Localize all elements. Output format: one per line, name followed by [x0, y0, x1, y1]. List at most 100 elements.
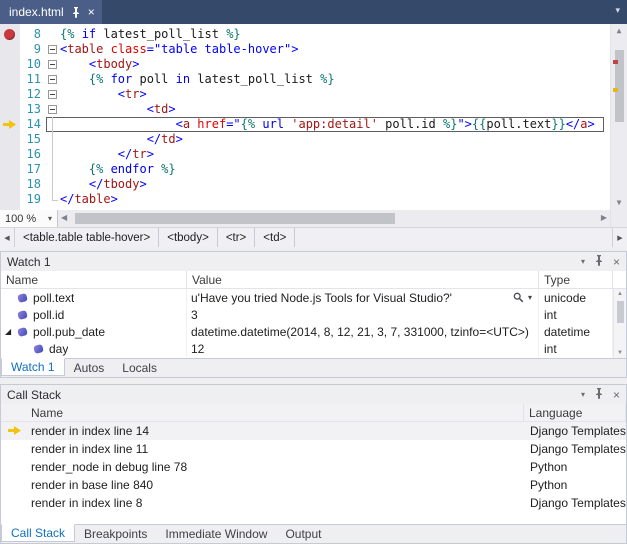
code-line[interactable]: 11{% for poll in latest_poll_list %} — [0, 72, 610, 87]
breakpoint-margin[interactable] — [0, 147, 20, 162]
code-line[interactable]: 19</table> — [0, 192, 610, 207]
watch-title-bar[interactable]: Watch 1 ▾ × — [1, 252, 626, 271]
tab-breakpoints[interactable]: Breakpoints — [75, 525, 156, 543]
code-token: < — [176, 117, 183, 131]
breakpoint-margin[interactable] — [0, 177, 20, 192]
callstack-row[interactable]: render in index line 11Django Templates — [1, 440, 626, 458]
tab-autos[interactable]: Autos — [65, 359, 114, 377]
scroll-up-icon[interactable]: ▲ — [617, 27, 622, 35]
watch-row[interactable]: ◢poll.pub_datedatetime.datetime(2014, 8,… — [1, 323, 626, 340]
breakpoint-margin[interactable] — [0, 27, 20, 42]
scroll-down-icon[interactable]: ▼ — [617, 199, 622, 207]
breadcrumb-segment[interactable]: <td> — [255, 228, 295, 247]
value-visualizer-caret-icon[interactable]: ▾ — [528, 293, 532, 302]
expander-expanded-icon[interactable]: ◢ — [5, 328, 16, 336]
callstack-row[interactable]: render in index line 14Django Templates — [1, 422, 626, 440]
breakpoint-margin[interactable] — [0, 117, 20, 132]
editor-horizontal-scrollbar[interactable]: ◀ ▶ — [58, 210, 610, 227]
tab-call-stack[interactable]: Call Stack — [1, 524, 75, 542]
code-line[interactable]: 12<tr> — [0, 87, 610, 102]
breakpoint-margin[interactable] — [0, 132, 20, 147]
window-position-icon[interactable]: ▾ — [581, 257, 585, 266]
horizontal-scroll-thumb[interactable] — [75, 213, 395, 224]
frame-language-cell: Django Templates — [524, 422, 626, 440]
call-stack-title-bar[interactable]: Call Stack ▾ × — [1, 385, 626, 404]
fold-collapse-icon[interactable] — [48, 60, 57, 69]
breakpoint-margin[interactable] — [0, 57, 20, 72]
breadcrumb-segment[interactable]: <table.table table-hover> — [15, 228, 159, 247]
tab-locals[interactable]: Locals — [113, 359, 166, 377]
watch-row[interactable]: day12int — [1, 340, 626, 357]
tab-watch-1[interactable]: Watch 1 — [1, 358, 65, 376]
code-line[interactable]: 17{% endfor %} — [0, 162, 610, 177]
pin-icon[interactable] — [594, 388, 604, 402]
code-line[interactable]: 18</tbody> — [0, 177, 610, 192]
frame-language-cell: Python — [524, 458, 626, 476]
breadcrumb-segment[interactable]: <tbody> — [159, 228, 218, 247]
watch-panel: Watch 1 ▾ × NameValueType poll.textu'Hav… — [0, 251, 627, 378]
pin-icon[interactable] — [71, 7, 81, 18]
breakpoint-margin[interactable] — [0, 42, 20, 57]
editor-vertical-scrollbar[interactable]: ▲ ▼ — [610, 24, 627, 210]
callstack-column-header[interactable]: Language — [524, 404, 626, 421]
fold-collapse-icon[interactable] — [48, 75, 57, 84]
callstack-column-header[interactable]: Name — [1, 404, 524, 421]
callstack-row[interactable]: render_node in debug line 78Python — [1, 458, 626, 476]
watch-row[interactable]: poll.textu'Have you tried Node.js Tools … — [1, 289, 626, 306]
magnifier-icon[interactable] — [513, 292, 524, 303]
window-position-icon[interactable]: ▾ — [581, 390, 585, 399]
watch-row[interactable]: poll.id3int — [1, 306, 626, 323]
zoom-selector[interactable]: 100 % ▾ — [0, 210, 58, 227]
scroll-down-icon[interactable]: ▼ — [617, 350, 623, 356]
code-text: <tbody> — [60, 57, 139, 72]
callstack-row[interactable]: render in base line 840Python — [1, 476, 626, 494]
fold-collapse-icon[interactable] — [48, 45, 57, 54]
tab-output[interactable]: Output — [276, 525, 330, 543]
variable-icon — [17, 326, 28, 336]
breadcrumb-segment[interactable]: <tr> — [218, 228, 255, 247]
code-token: </ — [566, 117, 580, 131]
fold-collapse-icon[interactable] — [48, 105, 57, 114]
breakpoint-margin[interactable] — [0, 102, 20, 117]
code-text: {% if latest_poll_list %} — [60, 27, 241, 42]
code-line[interactable]: 15</td> — [0, 132, 610, 147]
code-line[interactable]: 13<td> — [0, 102, 610, 117]
breakpoint-margin[interactable] — [0, 72, 20, 87]
scroll-up-icon[interactable]: ▲ — [617, 291, 623, 297]
code-line[interactable]: 8{% if latest_poll_list %} — [0, 27, 610, 42]
fold-collapse-icon[interactable] — [48, 90, 57, 99]
code-line[interactable]: 16</tr> — [0, 147, 610, 162]
close-icon[interactable]: × — [613, 388, 620, 402]
fold-margin — [46, 72, 60, 87]
scroll-right-icon[interactable]: ▶ — [601, 214, 607, 222]
code-editor[interactable]: 8{% if latest_poll_list %}9<table class=… — [0, 24, 627, 210]
breadcrumb-right-icon[interactable]: ▶ — [612, 228, 627, 247]
callstack-row[interactable]: render in index line 8Django Templates — [1, 494, 626, 512]
watch-scroll-thumb[interactable] — [617, 301, 624, 323]
breakpoint-margin[interactable] — [0, 162, 20, 177]
code-line[interactable]: 10<tbody> — [0, 57, 610, 72]
breakpoint-icon[interactable] — [4, 29, 15, 40]
line-number: 9 — [20, 42, 46, 57]
pin-icon[interactable] — [594, 255, 604, 269]
editor-bottom-bar: 100 % ▾ ◀ ▶ — [0, 210, 627, 227]
watch-column-header[interactable]: Name — [1, 271, 187, 288]
watch-column-header[interactable]: Type — [539, 271, 613, 288]
document-tab-index-html[interactable]: index.html × — [0, 0, 102, 24]
code-token: > — [139, 87, 146, 101]
watch-scrollbar[interactable]: ▲ ▼ — [613, 289, 626, 358]
close-icon[interactable]: × — [88, 6, 95, 18]
code-token: </ — [89, 177, 103, 191]
watch-value-cell: datetime.datetime(2014, 8, 12, 21, 3, 7,… — [187, 323, 539, 340]
tab-immediate-window[interactable]: Immediate Window — [156, 525, 276, 543]
watch-column-header[interactable]: Value — [187, 271, 539, 288]
breakpoint-margin[interactable] — [0, 192, 20, 207]
scroll-left-icon[interactable]: ◀ — [61, 214, 67, 222]
tab-list-chevron-icon[interactable]: ▾ — [615, 5, 620, 16]
close-icon[interactable]: × — [613, 255, 620, 269]
breadcrumb-left-icon[interactable]: ◀ — [0, 228, 15, 247]
code-line[interactable]: 9<table class="table table-hover"> — [0, 42, 610, 57]
breakpoint-margin[interactable] — [0, 87, 20, 102]
code-line[interactable]: 14<a href="{% url 'app:detail' poll.id %… — [0, 117, 610, 132]
line-number: 15 — [20, 132, 46, 147]
